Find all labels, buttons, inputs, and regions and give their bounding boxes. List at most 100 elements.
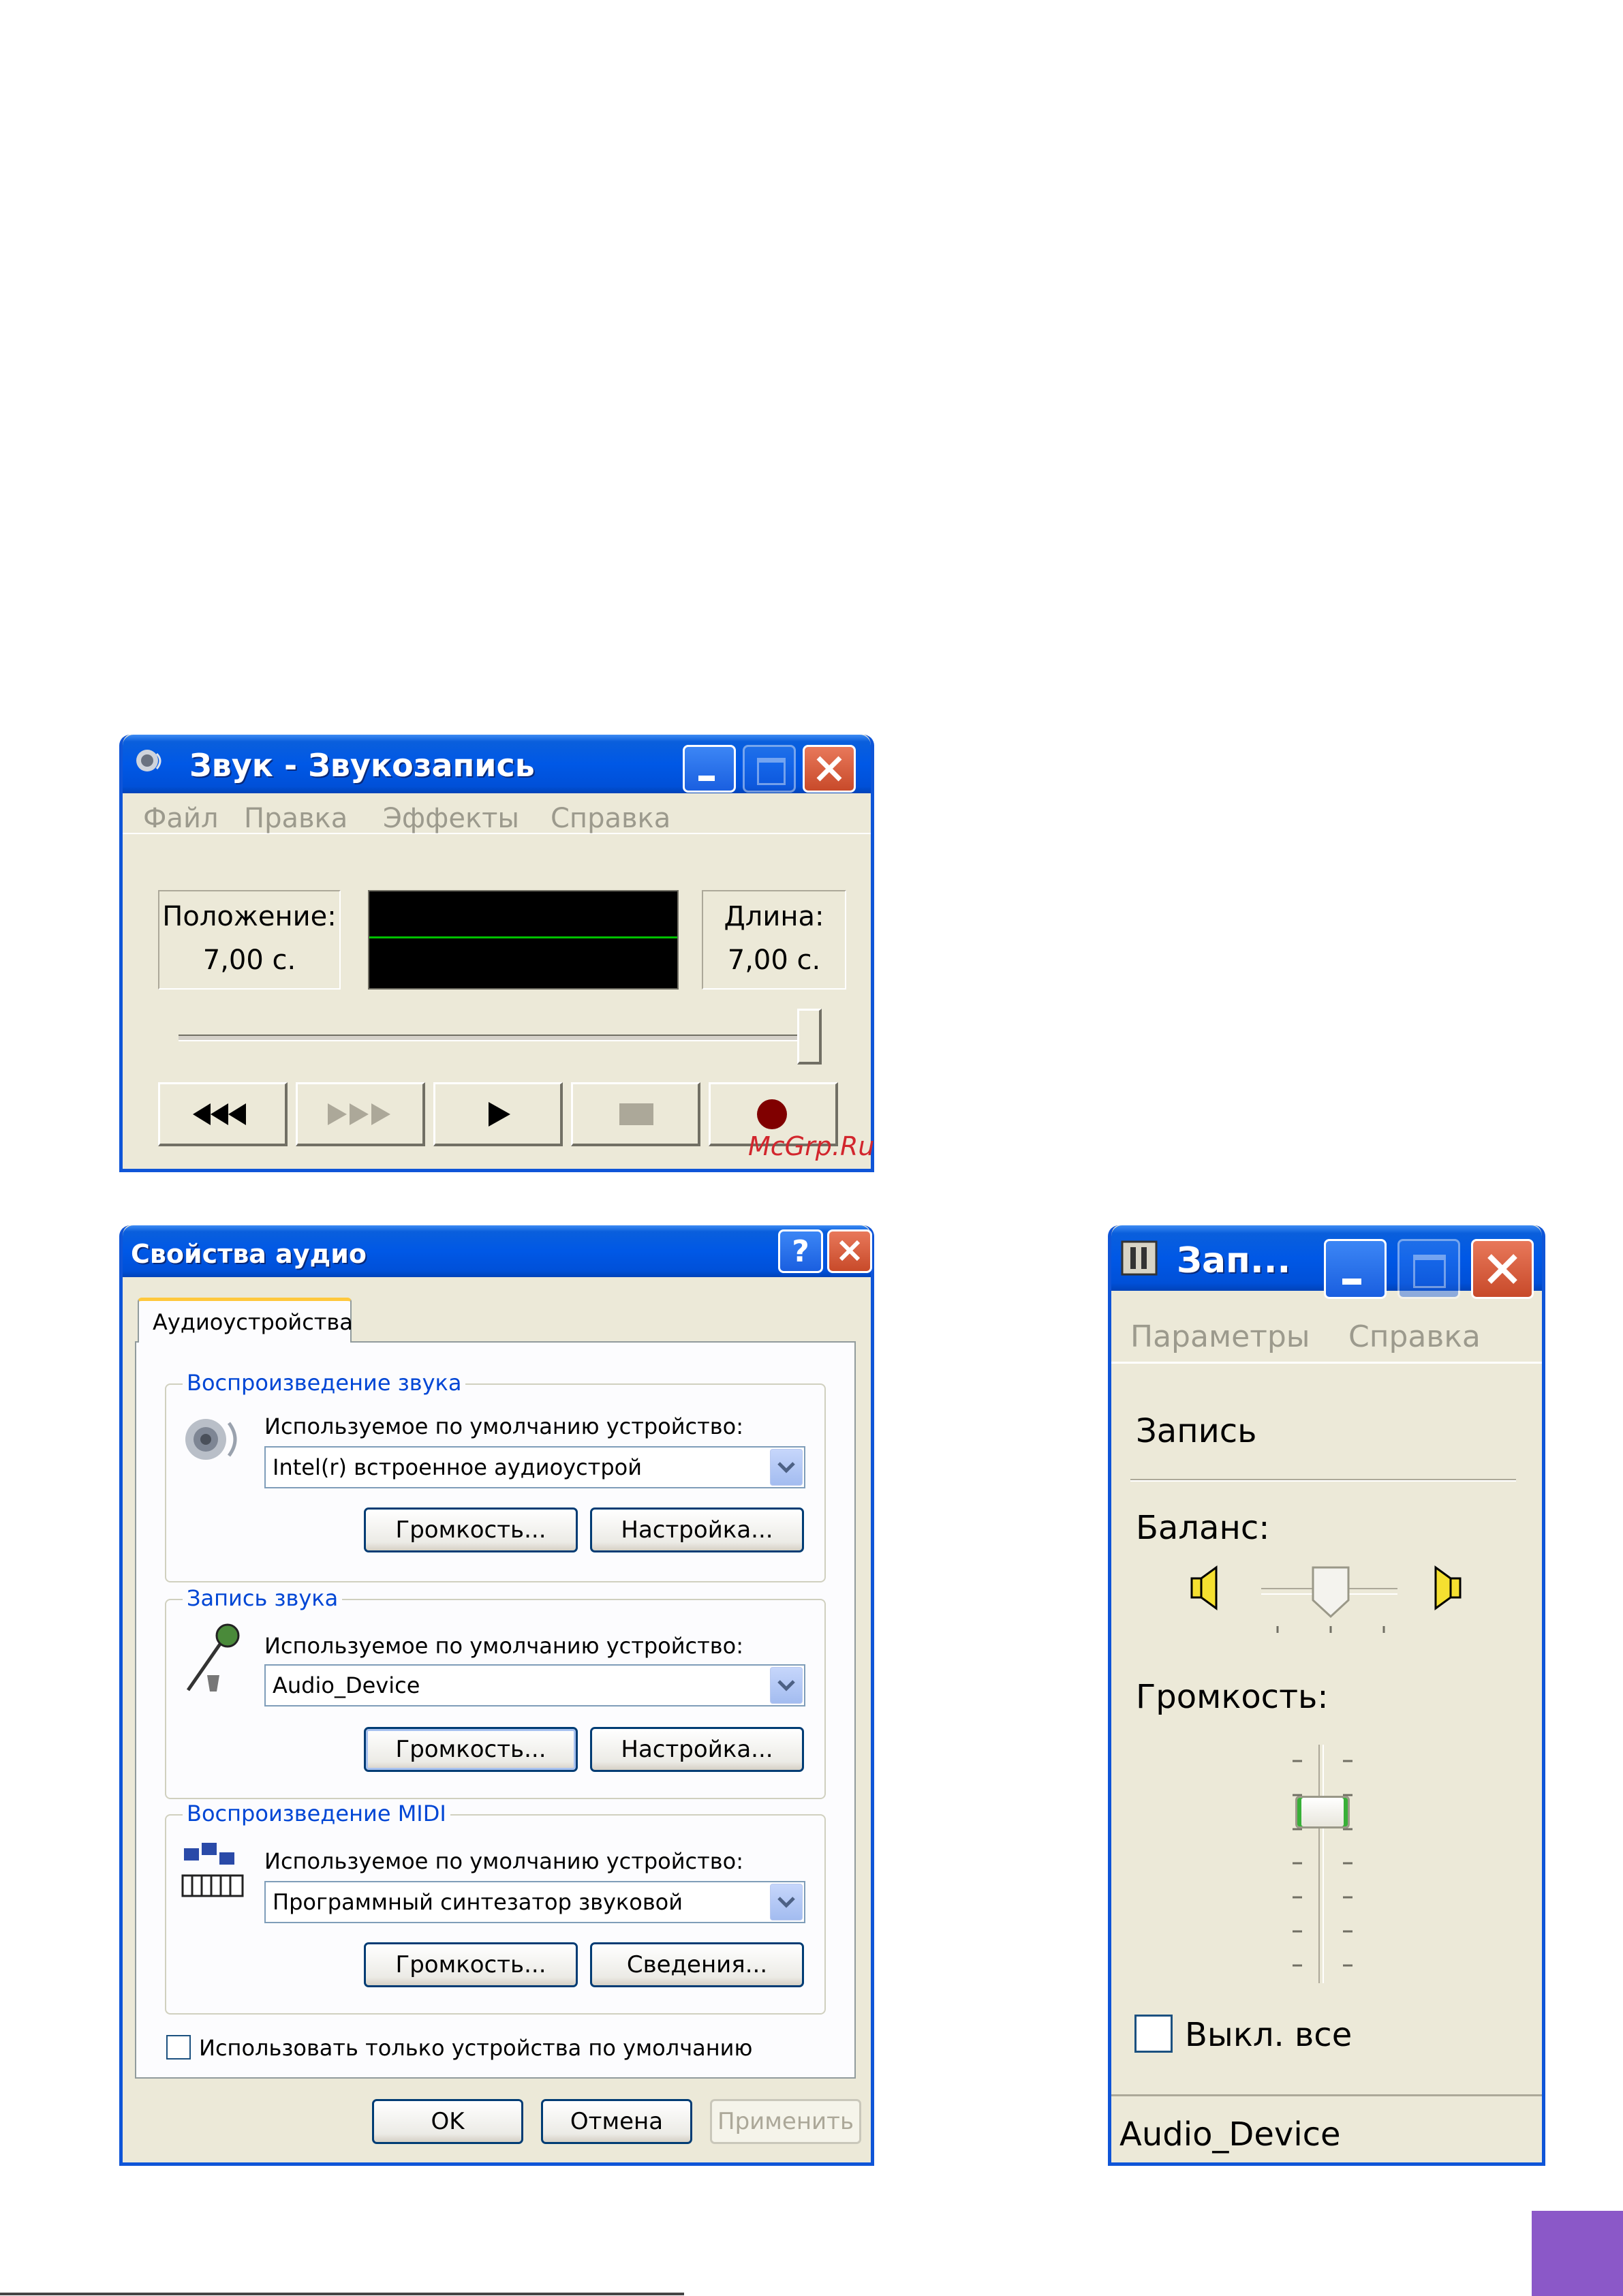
midi-details-button[interactable]: Сведения... bbox=[590, 1942, 804, 1987]
minimize-button[interactable] bbox=[683, 745, 736, 793]
rewind-button[interactable] bbox=[158, 1082, 288, 1146]
audio-properties-window: Свойства аудио ? Аудиоустройства Воспрои… bbox=[119, 1225, 874, 2166]
speaker-left-icon bbox=[1190, 1565, 1218, 1610]
playback-group-label: Воспроизведение звука bbox=[183, 1370, 466, 1396]
close-button[interactable] bbox=[1471, 1239, 1534, 1299]
seek-track bbox=[179, 1035, 822, 1041]
close-icon bbox=[839, 1240, 861, 1261]
audio-props-titlebar[interactable]: Свойства аудио ? bbox=[123, 1225, 872, 1277]
volume-label: Громкость: bbox=[1136, 1678, 1329, 1716]
volume-thumb[interactable] bbox=[1295, 1796, 1350, 1828]
chevron-down-icon bbox=[777, 1462, 795, 1473]
menu-file[interactable]: Файл bbox=[143, 803, 219, 834]
close-icon bbox=[816, 756, 842, 782]
play-icon bbox=[489, 1102, 510, 1127]
question-icon: ? bbox=[792, 1234, 809, 1269]
mixer-app-icon bbox=[1121, 1240, 1158, 1276]
seek-slider[interactable] bbox=[179, 1009, 822, 1066]
length-panel: Длина: 7,00 с. bbox=[702, 890, 846, 990]
close-icon bbox=[1487, 1254, 1517, 1284]
menu-options[interactable]: Параметры bbox=[1130, 1319, 1310, 1354]
maximize-button[interactable] bbox=[1397, 1239, 1460, 1299]
menu-help[interactable]: Справка bbox=[1348, 1319, 1481, 1354]
dropdown-arrow[interactable] bbox=[770, 1449, 803, 1486]
mute-all-label: Выкл. все bbox=[1185, 2016, 1352, 2054]
playback-device-select[interactable]: Intel(r) встроенное аудиоустрой bbox=[264, 1446, 805, 1488]
mixer-statusbar: Audio_Device bbox=[1111, 2094, 1542, 2162]
menu-help[interactable]: Справка bbox=[551, 803, 670, 834]
playback-device-value: Intel(r) встроенное аудиоустрой bbox=[273, 1454, 642, 1480]
audio-props-title: Свойства аудио bbox=[131, 1239, 367, 1269]
watermark: McGrp.Ru bbox=[748, 1131, 875, 1161]
recording-volume-button[interactable]: Громкость... bbox=[364, 1727, 578, 1772]
apply-button[interactable]: Применить bbox=[710, 2099, 861, 2144]
length-label: Длина: bbox=[724, 901, 824, 932]
midi-keyboard-icon bbox=[181, 1843, 244, 1897]
mixer-title: Зап... bbox=[1177, 1240, 1291, 1281]
ok-button[interactable]: OK bbox=[372, 2099, 523, 2144]
waveform-display bbox=[368, 890, 679, 990]
recording-device-value: Audio_Device bbox=[273, 1672, 420, 1698]
balance-ticks bbox=[1276, 1626, 1385, 1633]
midi-device-value: Программный синтезатор звуковой bbox=[273, 1889, 683, 1915]
balance-label: Баланс: bbox=[1136, 1509, 1270, 1547]
fast-forward-icon bbox=[328, 1103, 390, 1125]
midi-default-label: Используемое по умолчанию устройство: bbox=[264, 1848, 743, 1874]
close-button[interactable] bbox=[803, 745, 856, 793]
tab-panel: Воспроизведение звука Используемое по ум… bbox=[135, 1341, 856, 2079]
playback-settings-button[interactable]: Настройка... bbox=[590, 1507, 804, 1552]
recording-settings-button[interactable]: Настройка... bbox=[590, 1727, 804, 1772]
tab-audio-devices[interactable]: Аудиоустройства bbox=[138, 1298, 353, 1343]
recorder-title: Звук - Звукозапись bbox=[189, 747, 535, 784]
minimize-button[interactable] bbox=[1324, 1239, 1387, 1299]
stop-button[interactable] bbox=[571, 1082, 700, 1146]
cancel-button[interactable]: Отмена bbox=[541, 2099, 692, 2144]
maximize-button[interactable] bbox=[743, 745, 796, 793]
fast-forward-button[interactable] bbox=[296, 1082, 425, 1146]
speaker-app-icon bbox=[136, 750, 161, 771]
help-button[interactable]: ? bbox=[778, 1229, 823, 1273]
mixer-titlebar[interactable]: Зап... bbox=[1111, 1225, 1542, 1299]
section-divider bbox=[1130, 1479, 1516, 1482]
midi-group-label: Воспроизведение MIDI bbox=[183, 1801, 450, 1826]
volume-slider[interactable] bbox=[1268, 1745, 1377, 1990]
stop-icon bbox=[619, 1103, 653, 1125]
balance-slider[interactable] bbox=[1261, 1565, 1397, 1633]
seek-thumb[interactable] bbox=[797, 1009, 822, 1065]
chevron-down-icon bbox=[777, 1897, 795, 1908]
sound-recorder-window: Звук - Звукозапись Файл Правка Эффекты С… bbox=[119, 735, 874, 1172]
page-bottom-rule bbox=[0, 2293, 684, 2295]
microphone-icon bbox=[186, 1623, 240, 1692]
play-button[interactable] bbox=[433, 1082, 563, 1146]
position-label: Положение: bbox=[162, 901, 337, 932]
mute-all-checkbox[interactable] bbox=[1134, 2015, 1173, 2053]
recording-device-select[interactable]: Audio_Device bbox=[264, 1664, 805, 1706]
midi-device-select[interactable]: Программный синтезатор звуковой bbox=[264, 1881, 805, 1923]
position-value: 7,00 с. bbox=[202, 945, 296, 976]
default-only-checkbox[interactable] bbox=[166, 2035, 191, 2060]
playback-volume-button[interactable]: Громкость... bbox=[364, 1507, 578, 1552]
length-value: 7,00 с. bbox=[727, 945, 821, 976]
default-only-label: Использовать только устройства по умолча… bbox=[199, 2035, 753, 2061]
minimize-icon bbox=[698, 776, 715, 781]
speaker-icon bbox=[185, 1419, 237, 1460]
speaker-right-icon bbox=[1434, 1565, 1462, 1610]
rewind-icon bbox=[193, 1103, 246, 1125]
page-corner-square bbox=[1532, 2211, 1623, 2296]
position-panel: Положение: 7,00 с. bbox=[158, 890, 341, 990]
recording-group-label: Запись звука bbox=[183, 1585, 343, 1611]
dropdown-arrow[interactable] bbox=[770, 1667, 803, 1704]
playback-default-label: Используемое по умолчанию устройство: bbox=[264, 1413, 743, 1439]
midi-volume-button[interactable]: Громкость... bbox=[364, 1942, 578, 1987]
maximize-icon bbox=[1413, 1255, 1446, 1288]
recording-default-label: Используемое по умолчанию устройство: bbox=[264, 1633, 743, 1659]
dropdown-arrow[interactable] bbox=[770, 1884, 803, 1920]
status-device: Audio_Device bbox=[1119, 2115, 1341, 2154]
recorder-titlebar[interactable]: Звук - Звукозапись bbox=[123, 735, 871, 793]
menu-edit[interactable]: Правка bbox=[244, 803, 347, 834]
close-button[interactable] bbox=[827, 1229, 872, 1273]
menu-effects[interactable]: Эффекты bbox=[383, 803, 519, 834]
mixer-section-title: Запись bbox=[1136, 1412, 1257, 1450]
tab-label: Аудиоустройства bbox=[153, 1309, 353, 1335]
chevron-down-icon bbox=[777, 1680, 795, 1692]
